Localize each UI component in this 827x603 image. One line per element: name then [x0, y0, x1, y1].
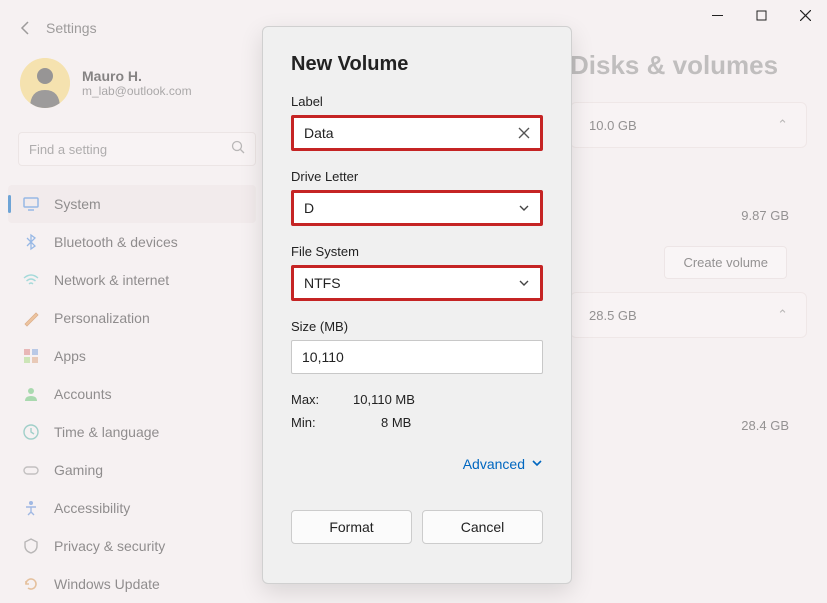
sidebar-item-accounts[interactable]: Accounts	[8, 375, 256, 413]
minimize-button[interactable]	[695, 0, 739, 30]
clock-icon	[22, 423, 40, 441]
app-title: Settings	[46, 20, 97, 36]
clear-icon[interactable]	[518, 127, 530, 139]
sidebar-item-apps[interactable]: Apps	[8, 337, 256, 375]
chevron-down-icon	[531, 456, 543, 472]
disk-row[interactable]: 10.0 GB ⌃	[570, 102, 807, 148]
disk-size: 28.5 GB	[589, 308, 637, 323]
sidebar-item-label: Network & internet	[54, 272, 169, 288]
size-input-container[interactable]	[291, 340, 543, 374]
new-volume-dialog: New Volume Label Drive Letter D File Sys…	[262, 26, 572, 584]
shield-icon	[22, 537, 40, 555]
user-name: Mauro H.	[82, 68, 192, 84]
disk-size: 9.87 GB	[741, 208, 789, 223]
disk-row[interactable]: 28.4 GB	[570, 404, 807, 447]
sidebar-item-label: Gaming	[54, 462, 103, 478]
sidebar-item-bluetooth[interactable]: Bluetooth & devices	[8, 223, 256, 261]
create-volume-button[interactable]: Create volume	[664, 246, 787, 279]
monitor-icon	[22, 195, 40, 213]
page-title: Disks & volumes	[570, 50, 778, 81]
accessibility-icon	[22, 499, 40, 517]
disk-size: 10.0 GB	[589, 118, 637, 133]
min-label: Min:	[291, 415, 335, 430]
advanced-link[interactable]: Advanced	[291, 456, 543, 472]
drive-letter-select[interactable]: D	[291, 190, 543, 226]
drive-letter-value: D	[304, 200, 314, 216]
label-input-container[interactable]	[291, 115, 543, 151]
user-email: m_lab@outlook.com	[82, 84, 192, 98]
sidebar-item-label: Accounts	[54, 386, 112, 402]
bluetooth-icon	[22, 233, 40, 251]
gamepad-icon	[22, 461, 40, 479]
dialog-title: New Volume	[291, 53, 543, 76]
sidebar-item-privacy[interactable]: Privacy & security	[8, 527, 256, 565]
sidebar-item-system[interactable]: System	[8, 185, 256, 223]
sidebar-item-label: Accessibility	[54, 500, 130, 516]
sidebar-item-label: Apps	[54, 348, 86, 364]
sidebar-item-personalization[interactable]: Personalization	[8, 299, 256, 337]
cancel-button[interactable]: Cancel	[422, 510, 543, 544]
sidebar-item-label: Personalization	[54, 310, 150, 326]
paintbrush-icon	[22, 309, 40, 327]
apps-icon	[22, 347, 40, 365]
back-icon[interactable]	[18, 20, 34, 36]
sidebar-item-label: System	[54, 196, 101, 212]
sidebar-item-update[interactable]: Windows Update	[8, 565, 256, 603]
format-button[interactable]: Format	[291, 510, 412, 544]
label-field-label: Label	[291, 94, 543, 109]
min-value: 8 MB	[381, 415, 411, 430]
sidebar-item-label: Bluetooth & devices	[54, 234, 178, 250]
disk-row[interactable]: 9.87 GB	[570, 194, 807, 237]
file-system-label: File System	[291, 244, 543, 259]
chevron-up-icon: ⌃	[777, 117, 788, 133]
sidebar-item-time[interactable]: Time & language	[8, 413, 256, 451]
wifi-icon	[22, 271, 40, 289]
update-icon	[22, 575, 40, 593]
advanced-label: Advanced	[463, 456, 525, 472]
size-input[interactable]	[302, 349, 532, 365]
disk-size: 28.4 GB	[741, 418, 789, 433]
sidebar-item-accessibility[interactable]: Accessibility	[8, 489, 256, 527]
person-icon	[22, 385, 40, 403]
chevron-up-icon: ⌃	[777, 307, 788, 323]
drive-letter-label: Drive Letter	[291, 169, 543, 184]
search-icon	[231, 140, 245, 159]
sidebar-item-label: Privacy & security	[54, 538, 165, 554]
max-label: Max:	[291, 392, 335, 407]
file-system-select[interactable]: NTFS	[291, 265, 543, 301]
sidebar-item-label: Time & language	[54, 424, 159, 440]
chevron-down-icon	[518, 202, 530, 214]
file-system-value: NTFS	[304, 275, 341, 291]
maximize-button[interactable]	[739, 0, 783, 30]
search-input[interactable]	[29, 142, 219, 157]
sidebar-item-network[interactable]: Network & internet	[8, 261, 256, 299]
search-input-container[interactable]	[18, 132, 256, 166]
close-button[interactable]	[783, 0, 827, 30]
disk-row[interactable]: 28.5 GB ⌃	[570, 292, 807, 338]
label-input[interactable]	[304, 125, 518, 141]
sidebar-item-label: Windows Update	[54, 576, 160, 592]
max-value: 10,110 MB	[353, 392, 415, 407]
size-label: Size (MB)	[291, 319, 543, 334]
sidebar-item-gaming[interactable]: Gaming	[8, 451, 256, 489]
chevron-down-icon	[518, 277, 530, 289]
avatar	[20, 58, 70, 108]
